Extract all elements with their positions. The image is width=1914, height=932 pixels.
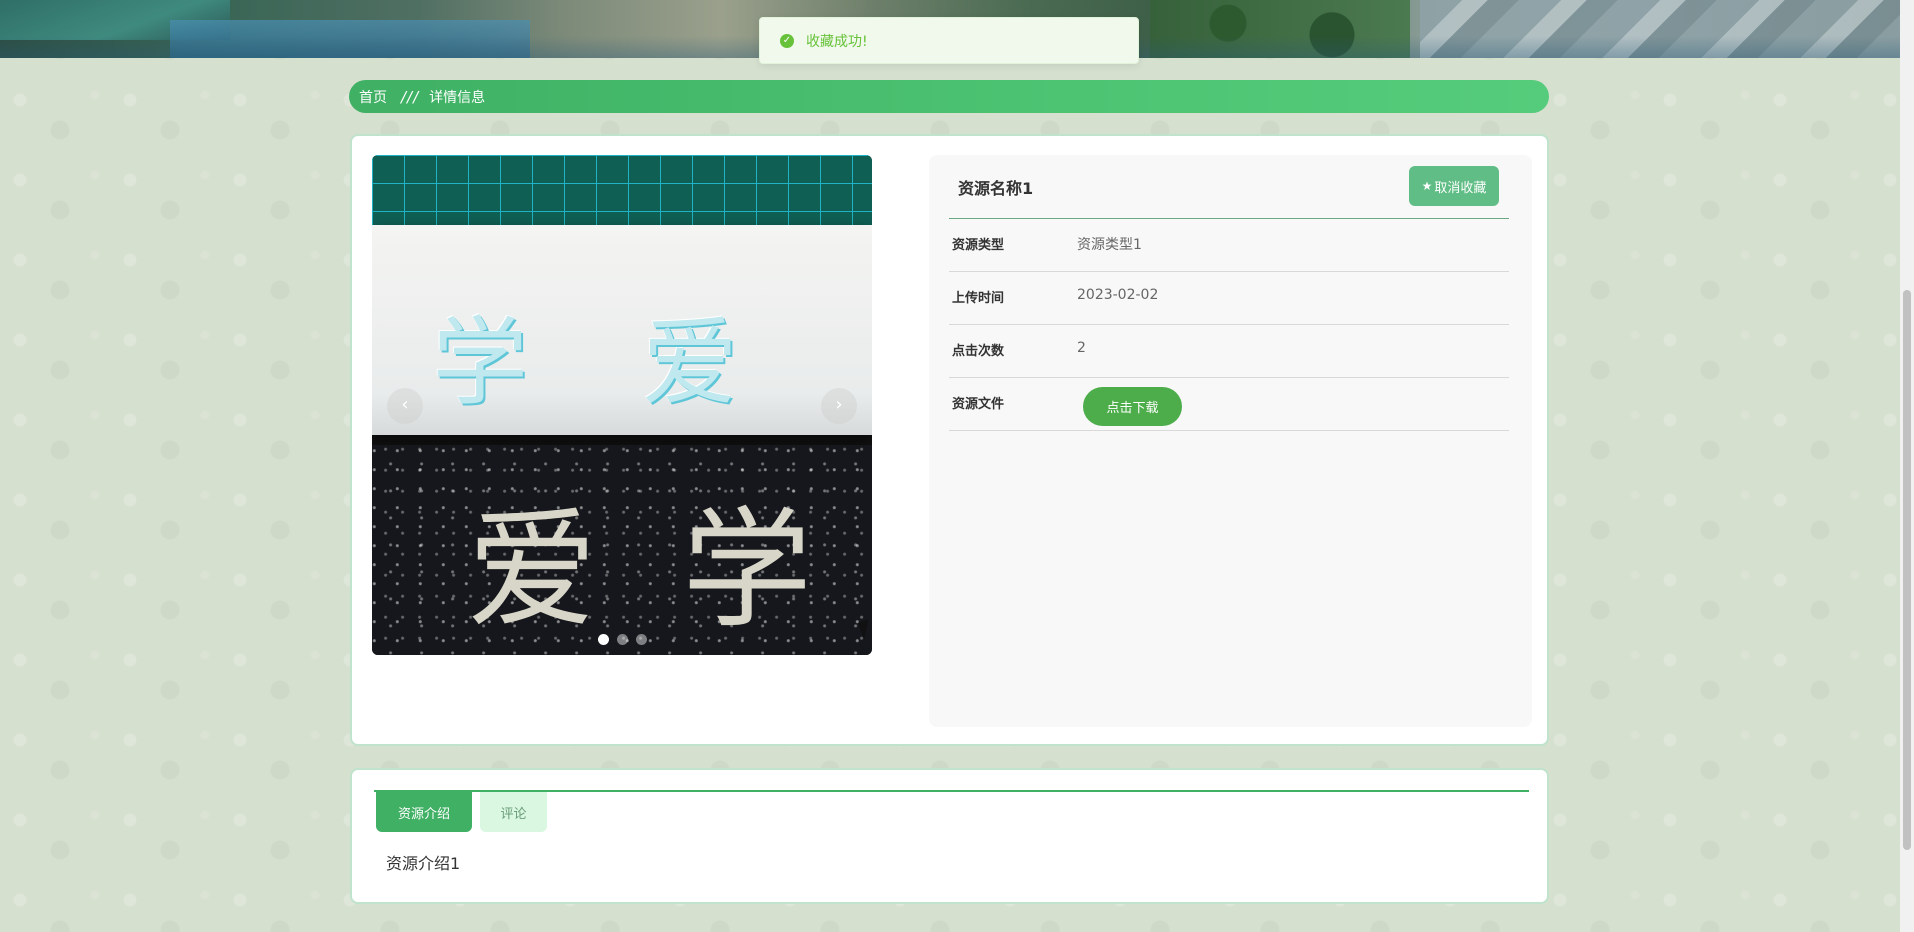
carousel-indicator-dot[interactable]: [597, 634, 609, 645]
info-label: 上传时间: [952, 291, 1005, 306]
carousel-indicator-dot[interactable]: [635, 634, 647, 645]
tabs-card: 资源介绍 评论 资源介绍1: [350, 768, 1549, 904]
resource-title: 资源名称1: [958, 178, 1034, 198]
tab-content-text: 资源介绍1: [386, 854, 461, 873]
success-toast: ✓ 收藏成功!: [759, 17, 1139, 64]
uncollect-button[interactable]: ★ 取消收藏: [1409, 166, 1499, 206]
breadcrumb-separator: ///: [401, 87, 420, 106]
breadcrumb-home-link[interactable]: 首页: [359, 87, 387, 107]
carousel-prev-button[interactable]: ‹: [387, 388, 423, 424]
info-row-upload-time: 上传时间 2023-02-02: [949, 272, 1509, 325]
banner-trees: [1150, 0, 1410, 58]
info-label: 点击次数: [952, 344, 1005, 359]
carousel-image-board: 爱 学: [372, 445, 872, 655]
toast-message: 收藏成功!: [806, 33, 868, 50]
detail-card: 学 爱 爱 学 ‹ › 资源名称1 ★ 取消收藏 资源类型 资源类型1 上传时间…: [350, 134, 1549, 746]
carousel-image-char: 学: [432, 307, 528, 419]
info-value: 资源类型1: [1077, 237, 1142, 253]
tab-resource-intro[interactable]: 资源介绍: [376, 792, 472, 832]
page-scrollbar[interactable]: [1900, 0, 1914, 932]
info-row-file: 资源文件 点击下载: [949, 378, 1509, 431]
star-icon: ★: [1421, 179, 1433, 193]
info-value: 2: [1077, 340, 1086, 356]
info-label: 资源类型: [952, 238, 1005, 253]
info-row-click-count: 点击次数 2: [949, 325, 1509, 378]
info-label: 资源文件: [952, 397, 1005, 412]
info-header: 资源名称1 ★ 取消收藏: [949, 155, 1509, 219]
check-circle-icon: ✓: [780, 33, 794, 48]
info-value: 2023-02-02: [1077, 287, 1159, 303]
breadcrumb: 首页 /// 详情信息: [349, 80, 1549, 113]
image-carousel[interactable]: 学 爱 爱 学 ‹ ›: [372, 155, 872, 655]
info-row-type: 资源类型 资源类型1: [949, 219, 1509, 272]
carousel-image-paper: 学 爱: [372, 225, 872, 435]
chevron-right-icon: ›: [835, 394, 843, 415]
breadcrumb-current: 详情信息: [429, 89, 486, 106]
info-panel: 资源名称1 ★ 取消收藏 资源类型 资源类型1 上传时间 2023-02-02 …: [929, 155, 1532, 727]
carousel-image-char: 学: [682, 494, 813, 646]
banner-water: [170, 20, 530, 58]
carousel-indicators: [372, 634, 872, 645]
carousel-next-button[interactable]: ›: [821, 388, 857, 424]
carousel-indicator-dot[interactable]: [616, 634, 628, 645]
carousel-image-char: 爱: [467, 494, 598, 646]
download-button[interactable]: 点击下载: [1083, 387, 1182, 426]
tab-comments[interactable]: 评论: [480, 792, 547, 832]
scrollbar-thumb[interactable]: [1903, 290, 1911, 850]
chevron-left-icon: ‹: [401, 394, 409, 415]
carousel-image-char: 爱: [642, 307, 738, 419]
banner-rooftops: [1420, 0, 1900, 58]
uncollect-button-label: 取消收藏: [1434, 180, 1487, 196]
tab-underline: [374, 790, 1529, 792]
